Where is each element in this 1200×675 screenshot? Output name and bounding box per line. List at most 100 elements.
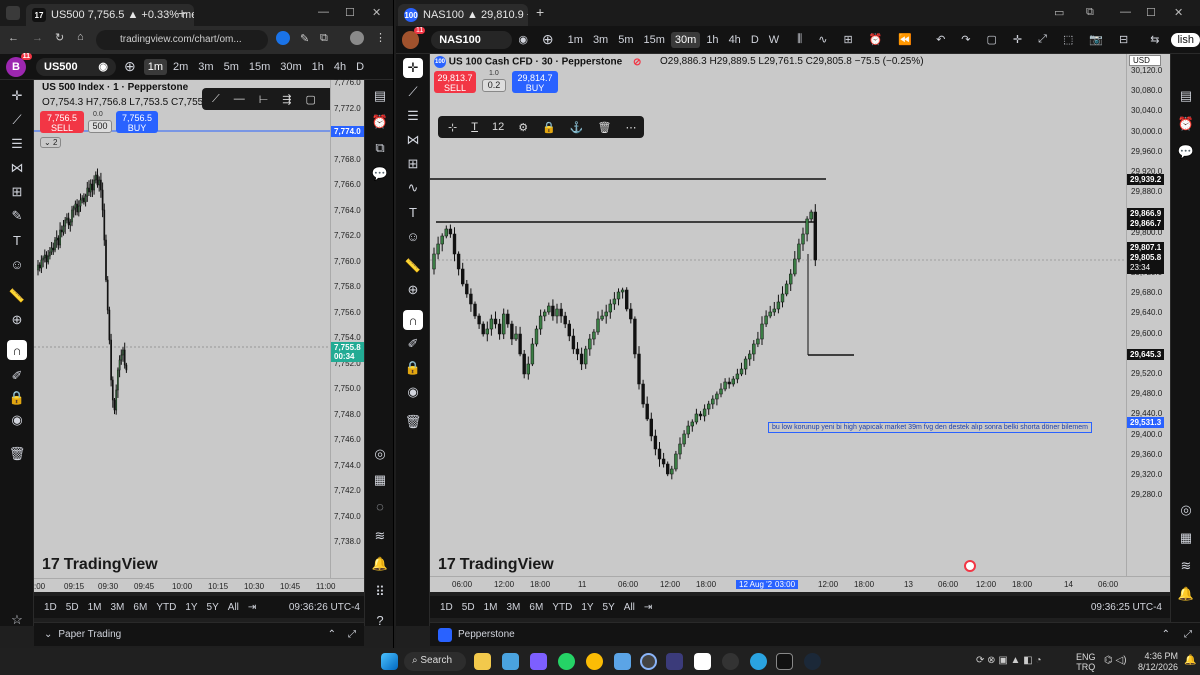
range-5d[interactable]: 5D [66,602,79,613]
tf-4h[interactable]: 4h [330,59,350,75]
expand-icon[interactable]: ⌃ [328,629,336,640]
r-range-3m[interactable]: 3M [507,602,521,613]
alerts-icon[interactable]: ⏰ [370,112,390,132]
rtf-4h[interactable]: 4h [725,32,745,48]
right-tab[interactable]: 100 NAS100 ▲ 29,810.9 +0.93% / bel [398,4,528,26]
lightbulb-icon[interactable]: ◌ [370,496,390,516]
r-chat-icon[interactable]: 💬 [1176,142,1196,162]
left-time-axis[interactable]: :00 09:15 09:30 09:45 10:00 10:15 10:30 10:45 11… [34,578,364,592]
r-range-1y[interactable]: 1Y [581,602,593,613]
r-forecast-icon[interactable]: ⊞ [403,154,423,174]
back-icon[interactable]: ← [8,32,19,44]
right-buy-button[interactable]: 29,814.7 BUY [512,71,558,93]
more-icon[interactable]: ⋯ [625,121,636,134]
r-ruler-icon[interactable]: 📏 [403,256,423,276]
clock-area[interactable]: 4:36 PM 8/12/2026 [1138,651,1178,673]
publish-button[interactable]: lish [1171,32,1200,47]
r-range-1d[interactable]: 1D [440,602,453,613]
r-range-5d[interactable]: 5D [462,602,475,613]
rtf-15m[interactable]: 15m [640,32,669,48]
right-time-axis[interactable]: 06:00 12:00 18:00 11 06:00 12:00 18:00 12 Aug '… [430,576,1170,592]
menu-icon[interactable]: ⋮ [375,31,386,44]
candle-type-icon[interactable]: ⫼ [797,33,802,46]
range-ytd[interactable]: YTD [156,602,176,613]
settings-bottom-icon[interactable]: ☆ [7,610,27,630]
notification-center-icon[interactable]: 🔔 [1184,655,1196,666]
fib-icon[interactable]: ☰ [7,134,27,154]
layout-icon[interactable]: ▭ [1054,6,1064,19]
r-notification-icon[interactable]: 🔔 [1176,584,1196,604]
tf-1h[interactable]: 1h [308,59,328,75]
compare-icon[interactable]: ⊕ [124,58,136,75]
left-sell-button[interactable]: 7,756.5 SELL [40,111,84,133]
alert-add-icon[interactable]: ⏰ [869,33,883,46]
trend-line-icon[interactable]: ⟋ [7,110,27,130]
taskbar-search[interactable]: ⌕ Search [404,652,466,671]
remote-desktop-icon[interactable] [614,653,631,670]
tf-3m[interactable]: 3m [194,59,217,75]
watchlist-icon[interactable]: ▤ [370,86,390,106]
currency-select[interactable]: USD [1129,55,1161,66]
notification-icon[interactable]: 🔔 [370,554,390,574]
right-minimize-icon[interactable]: — [1120,6,1131,18]
paper-trading-label[interactable]: Paper Trading [58,629,121,640]
r-target-icon[interactable]: ◎ [1176,500,1196,520]
chat-icon[interactable]: 💬 [370,164,390,184]
file-explorer-icon[interactable] [474,653,491,670]
pattern-icon[interactable]: ⋈ [7,158,27,178]
forward-icon[interactable]: → [32,32,43,44]
r-magnet-icon[interactable]: ∩ [403,310,423,330]
maximize-panel-icon[interactable]: ⤢ [348,629,356,640]
r-lock-icon[interactable]: 🔒 [403,358,423,378]
tf-1m[interactable]: 1m [143,58,168,75]
r-range-5y[interactable]: 5Y [603,602,615,613]
extension-icon[interactable] [276,31,290,45]
rect-tool-icon[interactable]: ▢ [306,93,316,106]
lock-drawing-icon[interactable]: 🔒 [542,121,556,134]
emoji-icon[interactable]: ☺ [7,254,27,274]
event-flag-icon[interactable] [964,560,976,572]
r-crosshair-icon[interactable]: ✛ [403,58,423,78]
ruler-icon[interactable]: 📏 [7,286,27,306]
range-1d[interactable]: 1D [44,602,57,613]
ray-tool-icon[interactable]: ⊢ [259,93,269,106]
right-price-axis[interactable]: USD 30,120.0 30,080.0 30,040.0 30,000.0 29,9… [1126,54,1170,576]
rtf-1h[interactable]: 1h [702,32,722,48]
r-pattern-icon[interactable]: ⋈ [403,130,423,150]
apps-icon[interactable]: ⠿ [370,582,390,602]
cortana-icon[interactable] [640,653,657,670]
undo-icon[interactable]: ↶ [936,33,945,46]
snapshot-icon[interactable]: 📷 [1089,33,1103,46]
right-compare-icon[interactable]: ⊕ [542,31,554,48]
close-window-icon[interactable]: ✕ [372,6,381,19]
start-icon[interactable] [381,653,398,670]
language-indicator[interactable]: ENG TRQ [1076,652,1096,672]
r-trash-icon[interactable]: 🗑 [403,412,423,432]
eye-icon[interactable]: ◉ [7,410,27,430]
text-icon[interactable]: T [7,230,27,250]
range-1m[interactable]: 1M [88,602,102,613]
puzzle-icon[interactable]: ⧉ [320,32,328,45]
tf-5m[interactable]: 5m [220,59,243,75]
line-tool-icon[interactable]: ⟋ [212,93,220,106]
photos-icon[interactable] [502,653,519,670]
steam-icon[interactable] [804,653,821,670]
app-icon[interactable] [530,653,547,670]
r-range-ytd[interactable]: YTD [552,602,572,613]
r-range-1m[interactable]: 1M [484,602,498,613]
r-watchlist-icon[interactable]: ▤ [1176,86,1196,106]
lock-icon[interactable]: 🔒 [7,388,27,408]
range-all[interactable]: All [228,602,239,613]
right-maximize-icon[interactable]: ☐ [1146,6,1156,19]
right-quantity[interactable]: 0.2 [482,79,506,92]
right-chart[interactable]: 100 US 100 Cash CFD · 30 · Pepperstone ⊘… [430,54,1126,576]
left-price-axis[interactable]: 7,776.07,772.07,770.07,768.07,766.07,764… [330,78,364,578]
range-3m[interactable]: 3M [111,602,125,613]
zoom-icon[interactable]: ⊕ [7,310,27,330]
r-date-range-icon[interactable]: ⇥ [644,602,652,613]
right-close-icon[interactable]: ✕ [1174,6,1183,19]
right-symbol-search[interactable]: NAS100 [431,30,513,49]
tf-30m[interactable]: 30m [276,59,305,75]
extension-2-icon[interactable]: ✎ [300,32,309,45]
forecast-icon[interactable]: ⊞ [7,182,27,202]
